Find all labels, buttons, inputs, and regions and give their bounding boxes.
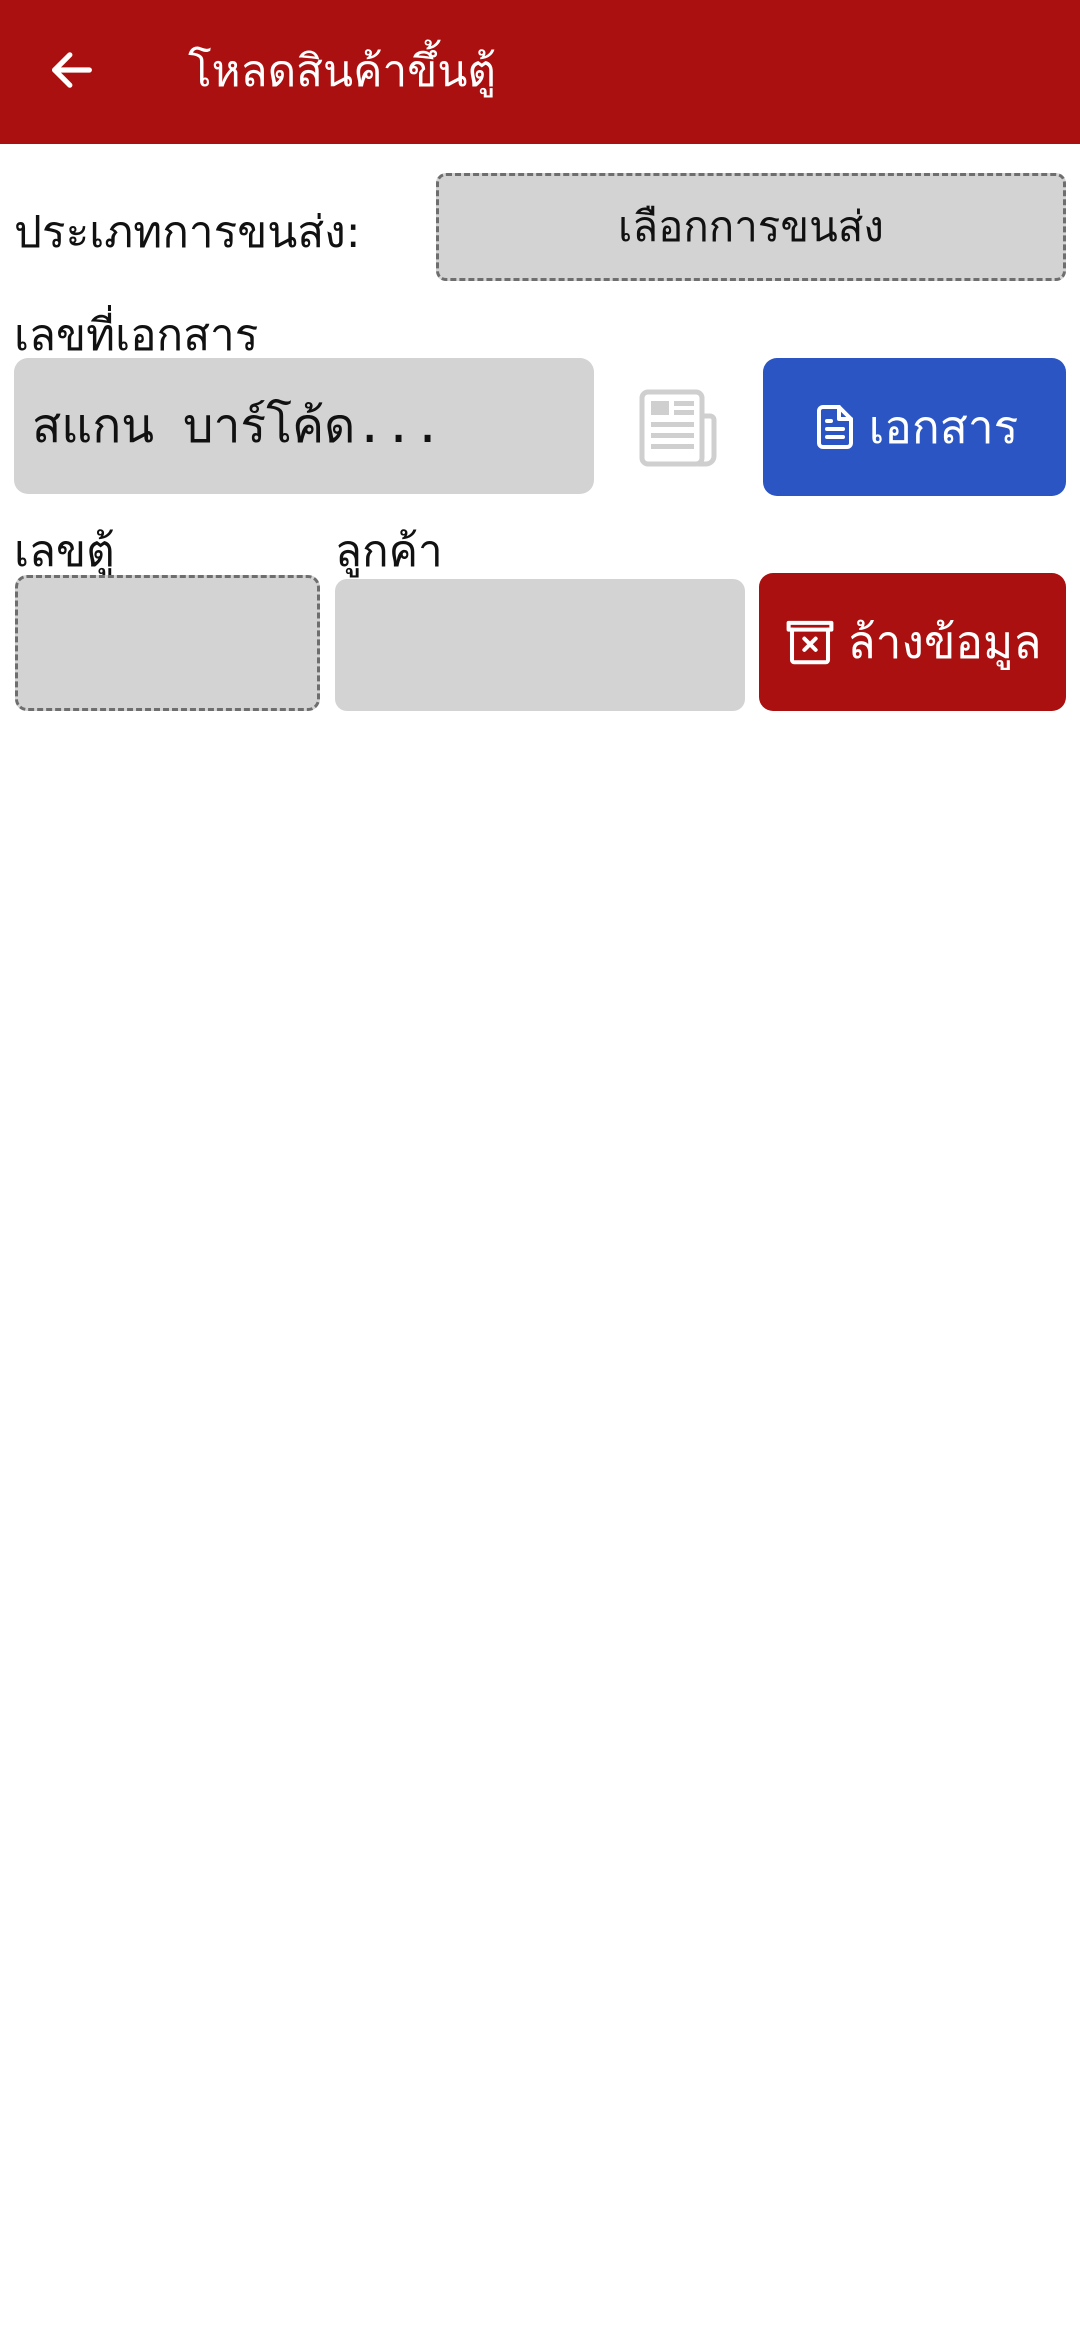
document-number-label: เลขที่เอกสาร [14,310,259,361]
container-number-label: เลขตู้ [14,526,115,577]
barcode-scan-input[interactable] [14,358,594,494]
back-button[interactable] [36,34,108,106]
transport-select-value: เลือกการขนส่ง [618,202,884,251]
document-button[interactable]: เอกสาร [763,358,1066,496]
app-bar: โหลดสินค้าขึ้นตู้ [0,0,1080,144]
customer-field[interactable] [335,579,745,711]
container-number-field[interactable] [15,575,320,711]
transport-select[interactable]: เลือกการขนส่ง [436,173,1066,281]
clear-data-button-label: ล้างข้อมูล [847,614,1042,669]
document-button-label: เอกสาร [868,399,1019,454]
newspaper-icon[interactable] [636,386,720,470]
customer-label: ลูกค้า [335,526,443,577]
trash-x-icon [783,615,837,669]
file-text-icon [811,403,859,451]
page-title: โหลดสินค้าขึ้นตู้ [188,46,496,97]
arrow-left-icon [52,52,92,88]
clear-data-button[interactable]: ล้างข้อมูล [759,573,1066,711]
transport-type-label: ประเภทการขนส่ง: [14,207,361,258]
